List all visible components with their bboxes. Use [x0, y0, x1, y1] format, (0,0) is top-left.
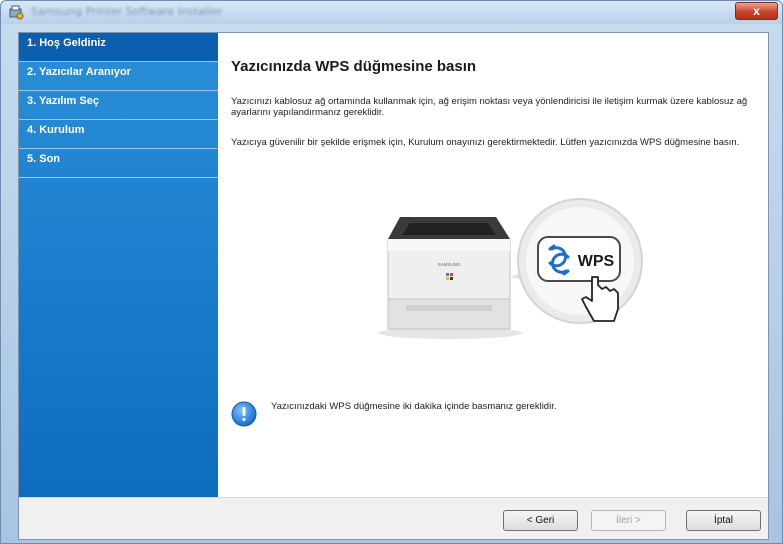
- sidebar-step-finish[interactable]: 5. Son: [19, 149, 218, 178]
- close-button[interactable]: x: [735, 2, 778, 20]
- page-title: Yazıcınızda WPS düğmesine basın: [231, 58, 477, 75]
- sidebar-step-installation[interactable]: 4. Kurulum: [19, 120, 218, 149]
- title-bar[interactable]: Samsung Printer Software Installer x: [1, 1, 782, 24]
- printer-wps-illustration: SAMSUNG WPS: [378, 198, 643, 339]
- sidebar-step-select-software[interactable]: 3. Yazılım Seç: [19, 91, 218, 120]
- wireless-setup-paragraph: Yazıcınızı kablosuz ağ ortamında kullanm…: [231, 96, 748, 118]
- wizard-body: 1. Hoş Geldiniz 2. Yazıcılar Aranıyor 3.…: [18, 32, 769, 540]
- info-icon: [231, 401, 257, 427]
- steps-sidebar: 1. Hoş Geldiniz 2. Yazıcılar Aranıyor 3.…: [19, 33, 218, 497]
- wizard-footer: < Geri İleri > İptal: [19, 497, 768, 539]
- installer-app-icon: [9, 5, 24, 20]
- next-button[interactable]: İleri >: [591, 510, 666, 531]
- info-message: Yazıcınızdaki WPS düğmesine iki dakika i…: [271, 401, 557, 412]
- installer-window: Samsung Printer Software Installer x 1. …: [0, 0, 783, 544]
- content-panel: Yazıcınızda WPS düğmesine basın Yazıcını…: [218, 33, 768, 497]
- printer-illustration: SAMSUNG: [378, 217, 522, 339]
- wps-button-callout: WPS: [517, 198, 643, 324]
- printer-brand-label: SAMSUNG: [438, 262, 461, 267]
- cancel-button[interactable]: İptal: [686, 510, 761, 531]
- sidebar-step-welcome[interactable]: 1. Hoş Geldiniz: [19, 33, 218, 62]
- wps-label: WPS: [578, 253, 615, 270]
- back-button[interactable]: < Geri: [503, 510, 578, 531]
- sidebar-step-searching-printers[interactable]: 2. Yazıcılar Aranıyor: [19, 62, 218, 91]
- wps-instruction-paragraph: Yazıcıya güvenilir bir şekilde erişmek i…: [231, 137, 740, 148]
- window-title: Samsung Printer Software Installer: [31, 5, 223, 18]
